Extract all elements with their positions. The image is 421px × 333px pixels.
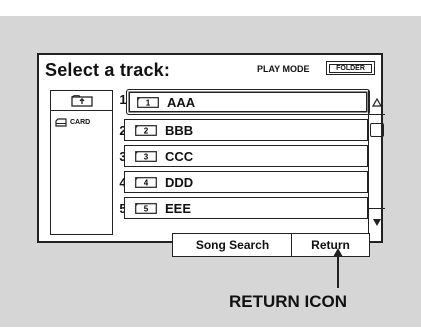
track-name: BBB	[165, 122, 194, 138]
track-name: CCC	[165, 148, 194, 164]
folder-up-icon	[70, 94, 93, 107]
folder-icon: 3	[135, 150, 157, 162]
scroll-thumb[interactable]	[370, 123, 384, 137]
track-item[interactable]: 3 CCC	[124, 145, 368, 167]
folder-icon: 1	[137, 96, 159, 108]
track-item[interactable]: 4 DDD	[124, 171, 368, 193]
play-mode-label: PLAY MODE	[257, 64, 310, 74]
page-title: Select a track:	[45, 60, 171, 80]
track-item-selected[interactable]: 1 AAA	[126, 89, 370, 115]
triangle-down-icon	[373, 218, 381, 226]
folder-icon-number: 4	[144, 178, 149, 187]
navigation-screen: Select a track: PLAY MODE FOLDER CARD 1 …	[37, 53, 385, 257]
track-item[interactable]: 2 BBB	[124, 119, 368, 141]
card-label: CARD	[70, 119, 91, 126]
source-panel: CARD	[50, 90, 113, 235]
folder-button-label: FOLDER	[329, 63, 372, 73]
track-name: DDD	[165, 174, 194, 190]
folder-up-button[interactable]	[51, 91, 112, 111]
scrollbar[interactable]	[368, 90, 385, 235]
folder-icon-number: 1	[146, 98, 151, 107]
folder-icon-number: 5	[144, 204, 149, 213]
card-source-item[interactable]: CARD	[55, 118, 90, 127]
song-search-button[interactable]: Song Search	[172, 233, 293, 257]
folder-icon: 5	[135, 202, 157, 214]
scroll-up-button[interactable]	[369, 90, 385, 115]
track-name: AAA	[167, 94, 196, 110]
folder-icon-number: 2	[144, 126, 149, 135]
triangle-up-icon	[372, 97, 382, 107]
folder-icon: 2	[135, 124, 157, 136]
return-button[interactable]: Return	[291, 233, 370, 257]
track-name: EEE	[165, 200, 192, 216]
scroll-down-button[interactable]	[369, 208, 385, 235]
track-item[interactable]: 5 EEE	[124, 197, 368, 219]
folder-icon: 4	[135, 176, 157, 188]
folder-button[interactable]: FOLDER	[326, 61, 375, 75]
folder-icon-number: 3	[144, 152, 149, 161]
card-icon	[55, 118, 67, 127]
callout-line	[337, 254, 339, 288]
return-icon-callout: RETURN ICON	[229, 292, 348, 311]
